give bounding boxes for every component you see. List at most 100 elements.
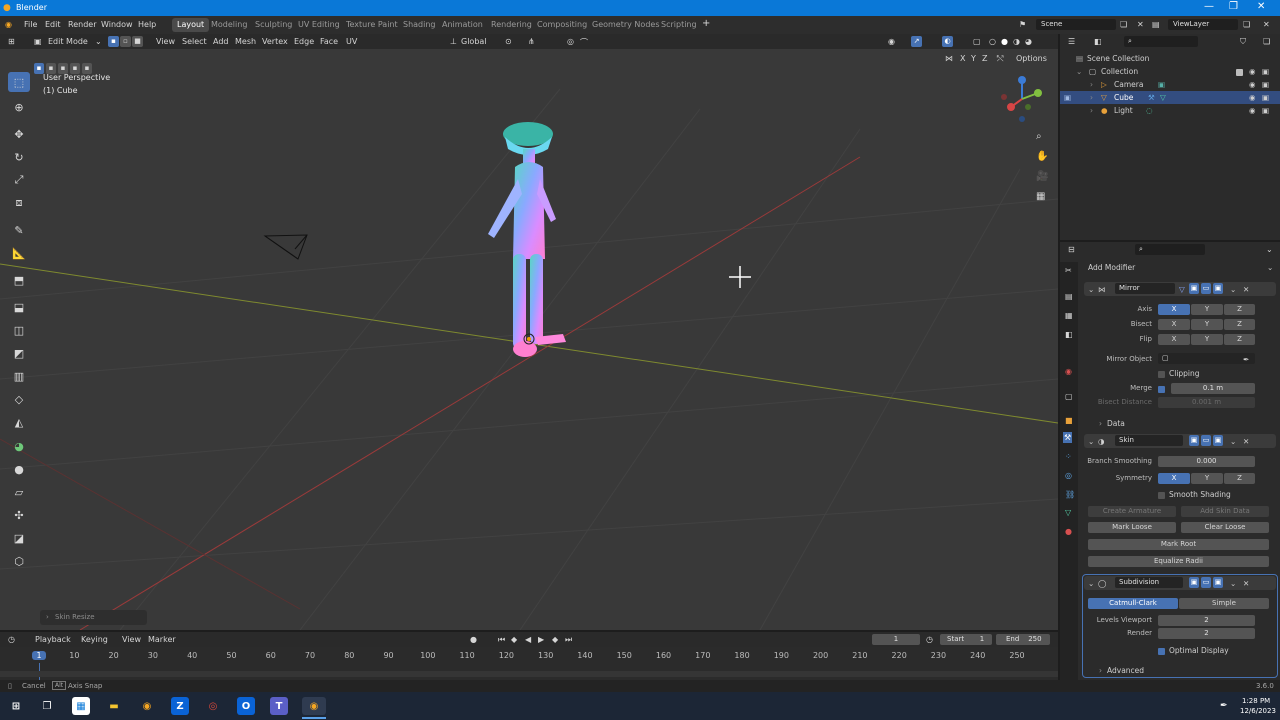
- select-extend-icon[interactable]: ▪: [46, 63, 56, 74]
- visibility-icon[interactable]: ◉: [888, 37, 895, 46]
- rendered-shading-icon[interactable]: ◕: [1025, 37, 1032, 46]
- close-icon[interactable]: ✕: [1243, 437, 1249, 446]
- camera-view-icon[interactable]: 🎥: [1036, 171, 1048, 182]
- playback-menu[interactable]: Playback: [35, 635, 71, 644]
- mirror-axis-x[interactable]: X: [1158, 304, 1190, 315]
- chevron-down-icon[interactable]: ⌄: [1088, 285, 1094, 294]
- add-cube-tool-icon[interactable]: ⬒: [8, 270, 30, 290]
- scene-icon[interactable]: ⚑: [1019, 20, 1026, 29]
- chevron-down-icon[interactable]: ⌄: [1266, 245, 1273, 254]
- blender-menu-icon[interactable]: ◉: [5, 20, 12, 29]
- minimize-icon[interactable]: —: [1204, 1, 1214, 12]
- chevron-down-icon[interactable]: ⌄: [1088, 579, 1094, 588]
- subdivision-name-input[interactable]: Subdivision: [1115, 577, 1183, 588]
- filter-icon[interactable]: ⛉: [1240, 37, 1246, 47]
- scene-tab-icon[interactable]: ◉: [1065, 367, 1072, 376]
- menu-view[interactable]: View: [156, 37, 175, 46]
- jump-end-icon[interactable]: ⏭: [565, 635, 572, 645]
- face-select-icon[interactable]: ■: [132, 36, 143, 47]
- record-icon[interactable]: ●: [470, 635, 477, 644]
- bevel-tool-icon[interactable]: ◩: [8, 343, 30, 363]
- chevron-right-icon[interactable]: ›: [1090, 93, 1093, 102]
- particles-tab-icon[interactable]: ⁘: [1065, 452, 1072, 461]
- add-skin-data-button[interactable]: Add Skin Data: [1181, 506, 1269, 517]
- orientation-selector[interactable]: Global: [461, 37, 487, 46]
- jump-start-icon[interactable]: ⏮: [498, 635, 505, 645]
- chevron-right-icon[interactable]: ›: [1099, 419, 1102, 428]
- workspace-tab-rendering[interactable]: Rendering: [486, 18, 537, 32]
- realtime-toggle-icon[interactable]: ▭: [1201, 577, 1211, 588]
- measure-tool-icon[interactable]: 📐: [8, 243, 30, 263]
- menu-mesh[interactable]: Mesh: [235, 37, 256, 46]
- edge-slide-tool-icon[interactable]: ▱: [8, 482, 30, 502]
- transform-tool-icon[interactable]: ⧈: [8, 193, 30, 213]
- proportional-edit-icon[interactable]: ◎: [567, 37, 574, 46]
- microsoft-store-icon[interactable]: ▦: [72, 697, 90, 715]
- stopwatch-icon[interactable]: ◷: [926, 635, 933, 644]
- current-frame-field[interactable]: 1: [872, 634, 920, 645]
- ortho-grid-icon[interactable]: ▦: [1036, 191, 1045, 202]
- menu-vertex[interactable]: Vertex: [262, 37, 288, 46]
- simple-button[interactable]: Simple: [1179, 598, 1269, 609]
- prev-keyframe-icon[interactable]: ◆: [511, 635, 517, 644]
- object-tab-icon[interactable]: ■: [1065, 416, 1073, 425]
- mirror-axis-z[interactable]: Z: [982, 54, 987, 63]
- constraints-tab-icon[interactable]: ⛓: [1065, 490, 1075, 499]
- outliner-item-camera[interactable]: › ▷ Camera ▣ ◉ ▣: [1060, 78, 1280, 91]
- chevron-down-icon[interactable]: ⌄: [1088, 437, 1094, 446]
- mirror-bisect-x[interactable]: X: [1158, 319, 1190, 330]
- annotate-tool-icon[interactable]: ✎: [8, 220, 30, 240]
- view-menu[interactable]: View: [122, 635, 141, 644]
- scene-collection-label[interactable]: Scene Collection: [1087, 54, 1149, 63]
- scene-selector[interactable]: Scene: [1036, 19, 1116, 30]
- clock-time[interactable]: 1:28 PM: [1242, 697, 1270, 705]
- solid-shading-icon[interactable]: ●: [1001, 37, 1008, 46]
- zoom-icon[interactable]: ⌕: [1036, 131, 1042, 142]
- maximize-icon[interactable]: ❐: [1229, 1, 1238, 12]
- eyedropper-icon[interactable]: ✒: [1243, 355, 1249, 364]
- mirror-axis-y[interactable]: Y: [971, 54, 976, 63]
- eye-icon[interactable]: ◉: [1249, 106, 1256, 115]
- editor-type-icon[interactable]: ⊞: [8, 37, 15, 46]
- view-layer-icon[interactable]: ▤: [1152, 20, 1160, 29]
- keying-menu[interactable]: Keying: [81, 635, 108, 644]
- timeline-area[interactable]: 1 10 20 30 40 50 60 70 80 90 100 110 120 130 140 150 160…: [0, 647, 1058, 680]
- levels-viewport-field[interactable]: 2: [1158, 615, 1255, 626]
- world-tab-icon[interactable]: ▢: [1065, 392, 1073, 401]
- close-icon[interactable]: ✕: [1257, 1, 1265, 12]
- outlook-app-icon[interactable]: O: [237, 697, 255, 715]
- workspace-tab-modeling[interactable]: Modeling: [206, 18, 252, 32]
- add-modifier-button[interactable]: Add Modifier: [1088, 263, 1135, 272]
- task-view-icon[interactable]: ❐: [38, 697, 56, 715]
- symmetry-x[interactable]: X: [1158, 473, 1190, 484]
- select-invert-icon[interactable]: ▪: [70, 63, 80, 74]
- rip-tool-icon[interactable]: ⬡: [8, 551, 30, 571]
- workspace-tab-texture-paint[interactable]: Texture Paint: [341, 18, 403, 32]
- edge-select-icon[interactable]: ▫: [120, 36, 131, 47]
- render-levels-field[interactable]: 2: [1158, 628, 1255, 639]
- knife-tool-icon[interactable]: ◇: [8, 389, 30, 409]
- symmetry-y[interactable]: Y: [1191, 473, 1223, 484]
- chevron-down-icon[interactable]: ⌄: [1230, 285, 1236, 294]
- clock-icon[interactable]: ◷: [8, 635, 15, 644]
- merge-distance-field[interactable]: 0.1 m: [1171, 383, 1255, 394]
- options-dropdown[interactable]: Options: [1016, 54, 1047, 63]
- outliner-item-cube[interactable]: ▣ › ▽ Cube ⚒ ▽ ◉ ▣: [1060, 91, 1280, 104]
- smooth-tool-icon[interactable]: ●: [8, 459, 30, 479]
- smooth-shading-checkbox[interactable]: [1158, 490, 1165, 499]
- play-reverse-icon[interactable]: ◀: [525, 635, 531, 644]
- workspace-tab-uv-editing[interactable]: UV Editing: [293, 18, 345, 32]
- menu-uv[interactable]: UV: [346, 37, 357, 46]
- edit-cage-icon[interactable]: ▽: [1179, 285, 1185, 294]
- editmode-toggle-icon[interactable]: ▣: [1189, 435, 1199, 446]
- add-workspace-icon[interactable]: +: [702, 18, 710, 29]
- workspace-tab-sculpting[interactable]: Sculpting: [250, 18, 297, 32]
- navigation-gizmo[interactable]: [998, 75, 1046, 123]
- editmode-toggle-icon[interactable]: ▣: [1189, 577, 1199, 588]
- file-explorer-icon[interactable]: ▬: [105, 697, 123, 715]
- vertex-select-icon[interactable]: ▪: [108, 36, 119, 47]
- merge-checkbox[interactable]: [1158, 384, 1165, 393]
- optimal-display-checkbox[interactable]: [1158, 646, 1165, 655]
- shear-tool-icon[interactable]: ◪: [8, 528, 30, 548]
- mark-root-button[interactable]: Mark Root: [1088, 539, 1269, 550]
